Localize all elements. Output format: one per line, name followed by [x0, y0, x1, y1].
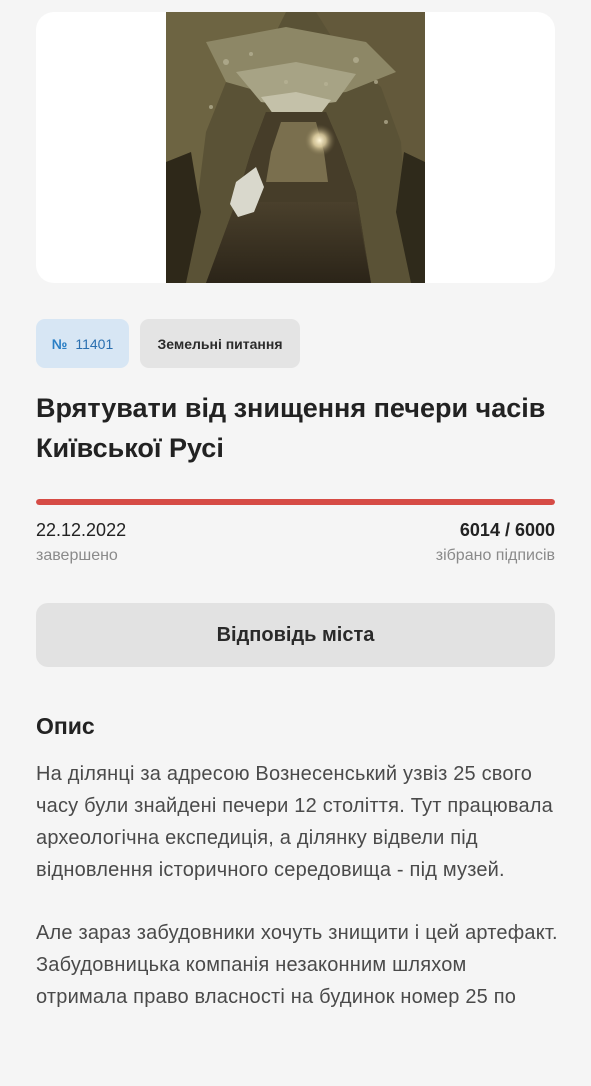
signature-caption: зібрано підписів — [435, 547, 555, 564]
petition-number-badge: № 11401 — [36, 319, 129, 368]
petition-page: № 11401 Земельні питання Врятувати від з… — [0, 0, 591, 1086]
category-tag[interactable]: Земельні питання — [140, 319, 300, 368]
description-paragraph: На ділянці за адресою Вознесенський узві… — [36, 763, 553, 881]
number-sign: № — [51, 335, 68, 352]
description-paragraph: Але зараз забудовники хочуть знищити і ц… — [36, 922, 558, 1008]
city-response-button[interactable]: Відповідь міста — [36, 603, 555, 667]
cave-tunnel-photo — [166, 12, 425, 283]
date-block: 22.12.2022 завершено — [36, 518, 126, 568]
signature-progress-fill — [36, 499, 555, 505]
signature-progress-bar — [36, 499, 555, 505]
petition-number: 11401 — [75, 335, 114, 352]
signature-count: 6014 / 6000 — [459, 520, 555, 540]
petition-title: Врятувати від знищення печери часів Київ… — [36, 393, 546, 463]
petition-image-card — [36, 12, 555, 283]
petition-status: завершено — [36, 547, 118, 564]
petition-date: 22.12.2022 — [36, 520, 127, 540]
description-heading: Опис — [36, 713, 95, 739]
petition-tags: № 11401 Земельні питання — [36, 319, 300, 368]
signatures-block: 6014 / 6000 зібрано підписів — [436, 518, 555, 568]
description-body: На ділянці за адресою Вознесенський узві… — [36, 758, 561, 1044]
